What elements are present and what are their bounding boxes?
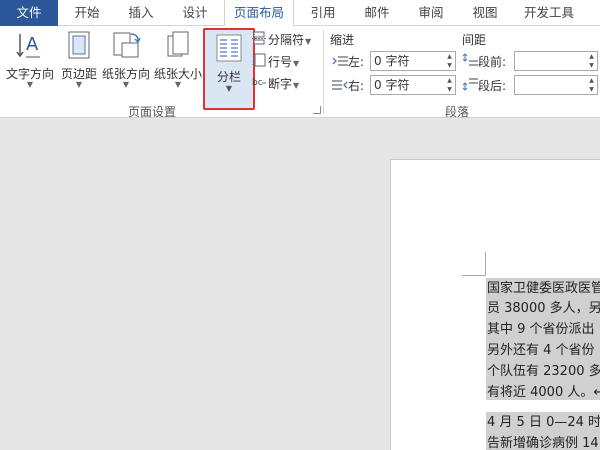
- indent-left-label: 左:: [332, 52, 364, 72]
- spacing-before-label: 段前:: [462, 52, 506, 72]
- breaks-button[interactable]: 分隔符▼: [252, 30, 311, 50]
- word-window: 文件 开始 插入 设计 页面布局 引用 邮件 审阅 视图 开发工具 A 文字方向…: [0, 0, 600, 450]
- document-line[interactable]: 个队伍有 23200 多: [487, 362, 600, 382]
- spacing-before-text: 段前:: [478, 55, 507, 69]
- margins-icon: [66, 30, 92, 63]
- columns-icon: [216, 34, 242, 65]
- chevron-down-icon: ▼: [305, 37, 312, 46]
- hyphenation-label: 断字: [268, 77, 293, 91]
- breaks-label: 分隔符: [268, 33, 305, 47]
- indent-right-text: 右:: [348, 79, 365, 93]
- chevron-down-icon: ▼: [225, 84, 233, 93]
- document-line[interactable]: 告新增确诊病例 14: [487, 434, 599, 450]
- svg-text:bc: bc: [252, 78, 263, 88]
- tab-references[interactable]: 引用: [298, 0, 348, 26]
- tab-developer[interactable]: 开发工具: [514, 0, 584, 26]
- indent-right-value: 0 字符: [374, 78, 410, 92]
- hyphenation-icon: bc: [252, 75, 266, 95]
- chevron-down-icon: ▼: [293, 59, 300, 68]
- size-button[interactable]: 纸张大小 ▼: [152, 26, 204, 102]
- page-setup-dialog-launcher-icon[interactable]: [313, 106, 321, 114]
- tab-design[interactable]: 设计: [170, 0, 220, 26]
- margins-button[interactable]: 页边距 ▼: [58, 26, 100, 102]
- indent-left-value: 0 字符: [374, 54, 410, 68]
- svg-text:A: A: [26, 34, 39, 55]
- tab-review[interactable]: 审阅: [406, 0, 456, 26]
- paragraph-group-label: 段落: [445, 105, 470, 119]
- svg-text:2: 2: [252, 61, 255, 67]
- hyphenation-button[interactable]: bc 断字▼: [252, 74, 299, 94]
- spacing-before-input[interactable]: ▲ ▼: [514, 51, 598, 71]
- line-numbers-label: 行号: [268, 55, 293, 69]
- group-separator: [323, 30, 324, 114]
- line-numbers-icon: 12: [252, 53, 266, 73]
- tab-insert[interactable]: 插入: [116, 0, 166, 26]
- text-direction-icon: A: [16, 30, 44, 63]
- orientation-icon: [111, 30, 141, 63]
- tab-home[interactable]: 开始: [62, 0, 112, 26]
- spinner-arrows-icon[interactable]: ▲ ▼: [586, 76, 597, 94]
- indent-right-label: 右:: [332, 76, 364, 96]
- text-direction-button[interactable]: A 文字方向 ▼: [4, 26, 56, 102]
- orientation-button[interactable]: 纸张方向 ▼: [100, 26, 152, 102]
- document-line[interactable]: 国家卫健委医政医管: [487, 279, 600, 299]
- spinner-arrows-icon[interactable]: ▲ ▼: [586, 52, 597, 70]
- page-setup-group-label: 页面设置: [128, 105, 177, 119]
- chevron-down-icon: ▼: [293, 81, 300, 90]
- indent-header: 缩进: [330, 33, 355, 47]
- spacing-after-icon: [462, 77, 478, 97]
- spacing-after-input[interactable]: ▲ ▼: [514, 75, 598, 95]
- chevron-down-icon: ▼: [174, 80, 182, 89]
- tab-view[interactable]: 视图: [460, 0, 510, 26]
- indent-right-input[interactable]: 0 字符 ▲ ▼: [370, 75, 456, 95]
- spacing-before-icon: [462, 52, 478, 73]
- tab-mailings[interactable]: 邮件: [352, 0, 402, 26]
- document-line[interactable]: 有将近 4000 人。↵: [487, 383, 600, 403]
- spacing-after-label: 段后:: [462, 76, 506, 96]
- chevron-down-icon: ▼: [75, 80, 83, 89]
- ribbon-tab-bar: 文件 开始 插入 设计 页面布局 引用 邮件 审阅 视图 开发工具: [0, 0, 600, 27]
- indent-right-icon: [332, 77, 348, 97]
- indent-left-icon: [332, 53, 348, 73]
- line-numbers-button[interactable]: 12 行号▼: [252, 52, 299, 72]
- chevron-down-icon: ▼: [26, 80, 34, 89]
- indent-left-input[interactable]: 0 字符 ▲ ▼: [370, 51, 456, 71]
- spinner-arrows-icon[interactable]: ▲ ▼: [444, 52, 455, 70]
- breaks-icon: [252, 31, 266, 51]
- page-size-icon: [165, 30, 191, 63]
- spinner-arrows-icon[interactable]: ▲ ▼: [444, 76, 455, 94]
- columns-button[interactable]: 分栏 ▼: [203, 28, 255, 110]
- document-line[interactable]: 4 月 5 日 0—24 时: [487, 413, 600, 433]
- columns-label: 分栏: [216, 70, 241, 84]
- chevron-down-icon: ▼: [122, 80, 130, 89]
- margin-corner-mark: [462, 252, 486, 276]
- document-line[interactable]: 其中 9 个省份派出: [487, 320, 595, 340]
- document-line[interactable]: 员 38000 多人，另: [487, 299, 600, 319]
- document-line[interactable]: 另外还有 4 个省份: [487, 341, 595, 361]
- spacing-header: 间距: [462, 33, 487, 47]
- tab-page-layout[interactable]: 页面布局: [224, 0, 294, 27]
- spacing-after-text: 段后:: [478, 79, 507, 93]
- tab-file[interactable]: 文件: [0, 0, 58, 26]
- indent-left-text: 左:: [348, 55, 365, 69]
